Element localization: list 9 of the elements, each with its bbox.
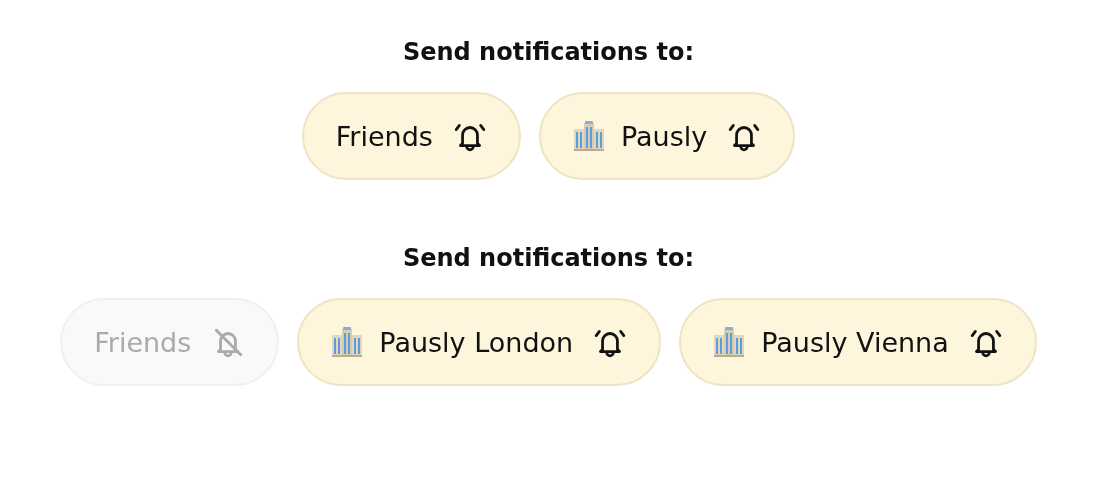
recipient-toggle[interactable]: Friends bbox=[301, 92, 521, 180]
building-icon bbox=[331, 326, 364, 358]
building-icon bbox=[713, 326, 746, 358]
section-heading: Send notifications to: bbox=[402, 38, 695, 66]
section-heading: Send notifications to: bbox=[402, 244, 695, 272]
recipient-toggle[interactable]: Pausly Vienna bbox=[679, 298, 1037, 386]
recipient-toggle[interactable]: Pausly London bbox=[297, 298, 662, 386]
building-icon bbox=[572, 120, 605, 152]
recipient-toggle[interactable]: Pausly bbox=[538, 92, 796, 180]
